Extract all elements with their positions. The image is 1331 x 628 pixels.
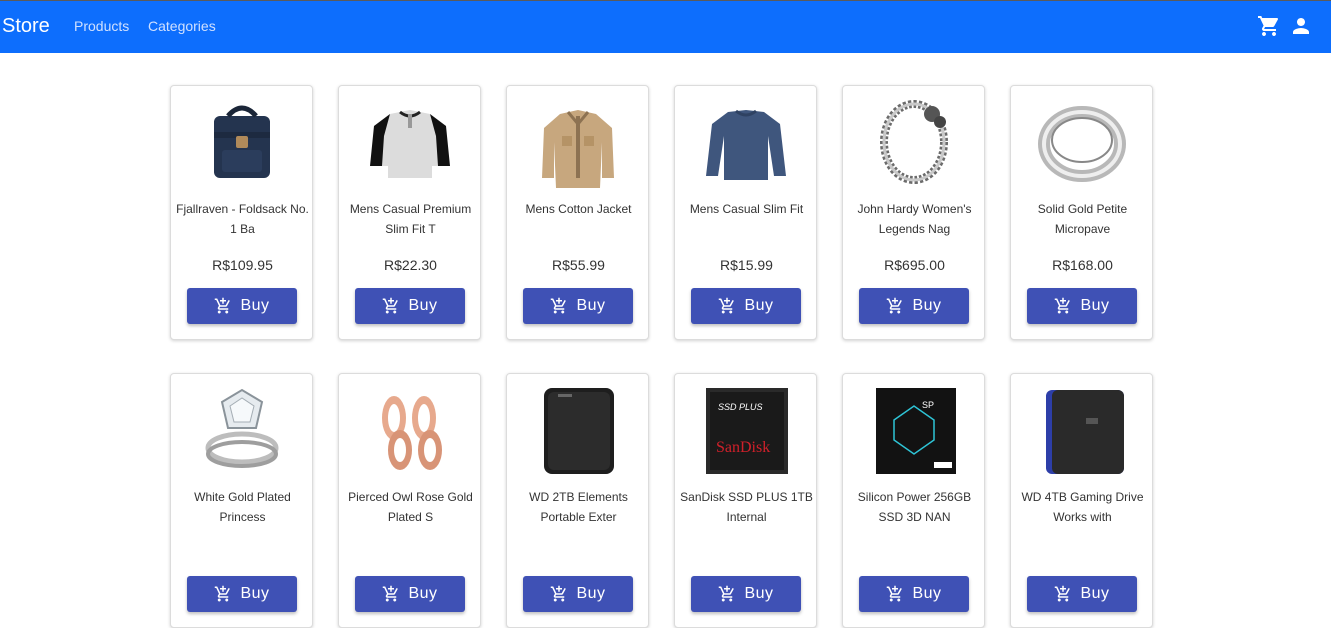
product-card[interactable]: Mens Cotton Jacket R$55.99 Buy: [506, 85, 649, 340]
product-price: R$168.00: [1052, 257, 1113, 273]
buy-label: Buy: [912, 585, 942, 602]
product-title: Solid Gold Petite Micropave: [1037, 202, 1128, 236]
buy-button[interactable]: Buy: [859, 288, 969, 324]
add-to-cart-icon: [1054, 297, 1072, 315]
product-card[interactable]: WD 2TB Elements Portable Exter Buy: [506, 373, 649, 628]
product-card[interactable]: SSD PLUS SanDisk SanDisk SSD PLUS 1TB Inte…: [674, 373, 817, 628]
product-image[interactable]: [1032, 92, 1132, 192]
product-image[interactable]: SSD PLUS SanDisk: [696, 380, 796, 480]
add-to-cart-icon: [718, 297, 736, 315]
buy-label: Buy: [240, 297, 270, 314]
add-to-cart-icon: [382, 297, 400, 315]
product-title: Mens Casual Premium Slim Fit T: [349, 202, 472, 236]
product-price: R$55.99: [552, 257, 605, 273]
buy-button[interactable]: Buy: [187, 288, 297, 324]
buy-label: Buy: [1080, 585, 1110, 602]
product-price: R$22.30: [384, 257, 437, 273]
product-image[interactable]: [1032, 380, 1132, 480]
product-image[interactable]: [360, 92, 460, 192]
add-to-cart-icon: [1054, 585, 1072, 603]
product-card[interactable]: John Hardy Women's Legends Nag R$695.00 Bu…: [842, 85, 985, 340]
svg-text:SanDisk: SanDisk: [716, 439, 770, 456]
buy-label: Buy: [408, 585, 438, 602]
product-card[interactable]: Pierced Owl Rose Gold Plated S Buy: [338, 373, 481, 628]
nav-categories-link[interactable]: Categories: [148, 18, 216, 35]
product-image[interactable]: SP: [864, 380, 964, 480]
product-image[interactable]: [192, 92, 292, 192]
buy-button[interactable]: Buy: [523, 576, 633, 612]
add-to-cart-icon: [214, 297, 232, 315]
buy-label: Buy: [1080, 297, 1110, 314]
product-image[interactable]: [360, 380, 460, 480]
product-card[interactable]: Mens Casual Premium Slim Fit T R$22.30 Buy: [338, 85, 481, 340]
cart-icon[interactable]: [1257, 14, 1281, 38]
buy-label: Buy: [744, 297, 774, 314]
buy-button[interactable]: Buy: [355, 576, 465, 612]
product-title: Mens Casual Slim Fit: [689, 202, 804, 216]
product-card[interactable]: Fjallraven - Foldsack No. 1 Ba R$109.95 Bu…: [170, 85, 313, 340]
buy-button[interactable]: Buy: [1027, 576, 1137, 612]
product-image[interactable]: [696, 92, 796, 192]
user-icon[interactable]: [1289, 14, 1313, 38]
buy-label: Buy: [408, 297, 438, 314]
buy-button[interactable]: Buy: [523, 288, 633, 324]
buy-button[interactable]: Buy: [355, 288, 465, 324]
product-image[interactable]: [528, 380, 628, 480]
product-title: Fjallraven - Foldsack No. 1 Ba: [176, 202, 309, 236]
product-card[interactable]: Solid Gold Petite Micropave R$168.00 Buy: [1010, 85, 1153, 340]
brand-logo[interactable]: Store: [2, 14, 50, 38]
add-to-cart-icon: [886, 297, 904, 315]
svg-text:SSD PLUS: SSD PLUS: [718, 402, 763, 412]
product-image[interactable]: [864, 92, 964, 192]
buy-button[interactable]: Buy: [1027, 288, 1137, 324]
buy-button[interactable]: Buy: [187, 576, 297, 612]
buy-label: Buy: [912, 297, 942, 314]
product-title: White Gold Plated Princess: [194, 490, 291, 524]
buy-label: Buy: [576, 297, 606, 314]
product-card[interactable]: Mens Casual Slim Fit R$15.99 Buy: [674, 85, 817, 340]
add-to-cart-icon: [382, 585, 400, 603]
product-title: WD 4TB Gaming Drive Works with: [1021, 490, 1144, 524]
nav-products-link[interactable]: Products: [74, 18, 129, 35]
product-card[interactable]: White Gold Plated Princess Buy: [170, 373, 313, 628]
product-title: John Hardy Women's Legends Nag: [857, 202, 972, 236]
product-price: R$109.95: [212, 257, 273, 273]
product-title: Mens Cotton Jacket: [525, 202, 632, 216]
buy-button[interactable]: Buy: [859, 576, 969, 612]
buy-button[interactable]: Buy: [691, 576, 801, 612]
add-to-cart-icon: [550, 585, 568, 603]
product-price: R$695.00: [884, 257, 945, 273]
product-image[interactable]: [528, 92, 628, 192]
add-to-cart-icon: [550, 297, 568, 315]
product-title: WD 2TB Elements Portable Exter: [529, 490, 628, 524]
product-title: Silicon Power 256GB SSD 3D NAN: [857, 490, 972, 524]
navbar: Store Products Categories: [0, 0, 1331, 53]
product-title: Pierced Owl Rose Gold Plated S: [348, 490, 473, 524]
product-card[interactable]: SP Silicon Power 256GB SSD 3D NAN Buy: [842, 373, 985, 628]
svg-text:SP: SP: [922, 400, 934, 410]
product-card[interactable]: WD 4TB Gaming Drive Works with Buy: [1010, 373, 1153, 628]
add-to-cart-icon: [214, 585, 232, 603]
product-price: R$15.99: [720, 257, 773, 273]
buy-label: Buy: [744, 585, 774, 602]
buy-label: Buy: [240, 585, 270, 602]
product-title: SanDisk SSD PLUS 1TB Internal: [680, 490, 813, 524]
buy-label: Buy: [576, 585, 606, 602]
add-to-cart-icon: [718, 585, 736, 603]
buy-button[interactable]: Buy: [691, 288, 801, 324]
product-image[interactable]: [192, 380, 292, 480]
add-to-cart-icon: [886, 585, 904, 603]
